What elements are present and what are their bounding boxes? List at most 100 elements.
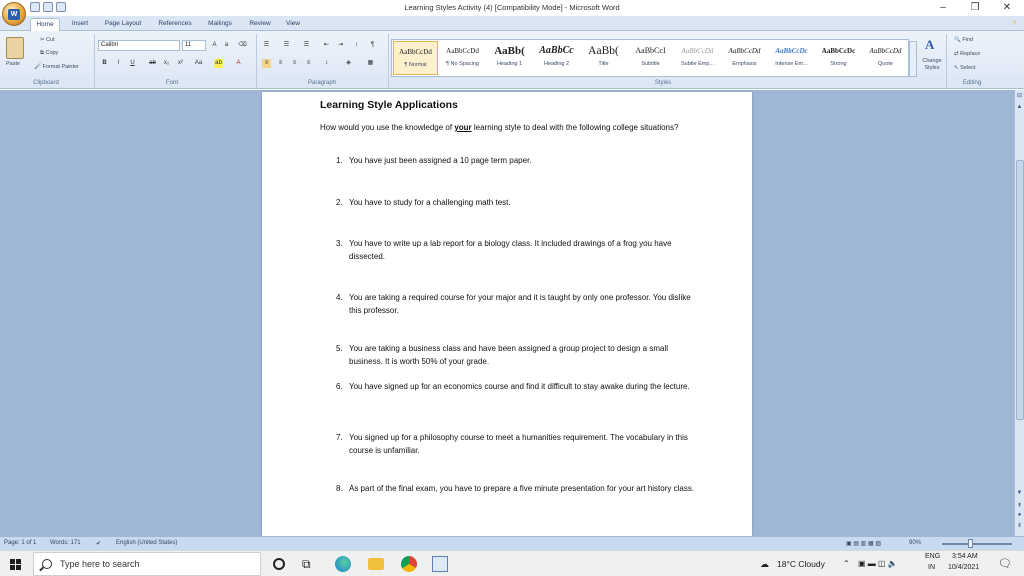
document-area: Learning Style Applications How would yo… xyxy=(0,90,1014,536)
ruler-toggle-icon[interactable]: ⊟ xyxy=(1015,92,1024,101)
paste-icon[interactable] xyxy=(6,37,24,59)
file-explorer-icon[interactable] xyxy=(368,558,384,570)
document-page[interactable]: Learning Style Applications How would yo… xyxy=(262,92,752,536)
tab-review[interactable]: Review xyxy=(245,18,275,31)
minimize-button[interactable]: – xyxy=(928,2,958,14)
style-intense-emphasis[interactable]: AaBbCcDc Intense Em... xyxy=(769,41,814,75)
scroll-down-icon[interactable]: ▼ xyxy=(1015,490,1024,499)
format-painter-button[interactable]: 🖌 Format Painter xyxy=(34,64,79,70)
align-right-icon[interactable]: ≡ xyxy=(290,59,299,68)
vertical-scrollbar[interactable]: ⊟ ▲ ▼ ⇞ ● ⇟ xyxy=(1014,90,1024,536)
bold-button[interactable]: B xyxy=(100,59,109,68)
page-count[interactable]: Page: 1 of 1 xyxy=(4,540,36,546)
tab-references[interactable]: References xyxy=(154,18,196,31)
align-center-icon[interactable]: ≡ xyxy=(276,59,285,68)
clear-format-icon[interactable]: ⌫ xyxy=(238,41,247,50)
weather-icon[interactable]: ☁ xyxy=(760,559,769,570)
scrollbar-thumb[interactable] xyxy=(1016,160,1024,420)
shading-icon[interactable]: ◈ xyxy=(344,59,353,68)
shrink-font-icon[interactable]: a xyxy=(222,41,231,50)
tab-mailings[interactable]: Mailings xyxy=(202,18,238,31)
show-formatting-icon[interactable]: ¶ xyxy=(368,41,377,50)
cut-button[interactable]: ✂ Cut xyxy=(40,37,55,43)
scroll-up-icon[interactable]: ▲ xyxy=(1015,104,1024,113)
next-page-icon[interactable]: ⇟ xyxy=(1015,522,1024,531)
line-spacing-icon[interactable]: ↕ xyxy=(322,59,331,68)
multilevel-list-icon[interactable]: ☰ xyxy=(302,41,311,50)
edge-browser-icon[interactable] xyxy=(335,556,351,572)
bullets-icon[interactable]: ☰ xyxy=(262,41,271,50)
proofing-icon[interactable]: ✔ xyxy=(96,540,101,547)
find-button[interactable]: 🔍 Find xyxy=(954,37,973,43)
zoom-slider[interactable] xyxy=(942,543,1012,545)
notifications-icon[interactable]: 🗨 xyxy=(998,557,1012,570)
previous-page-icon[interactable]: ⇞ xyxy=(1015,502,1024,511)
paste-button[interactable]: Paste xyxy=(6,61,20,67)
windows-start-icon[interactable] xyxy=(10,559,21,570)
browse-object-icon[interactable]: ● xyxy=(1015,512,1024,521)
zoom-slider-handle[interactable] xyxy=(968,539,973,548)
tray-overflow-icon[interactable]: ⌃ xyxy=(843,559,850,568)
clock-time[interactable]: 3:54 AM xyxy=(952,553,978,560)
style-heading-2[interactable]: AaBbCc Heading 2 xyxy=(534,41,579,75)
style-normal[interactable]: AaBbCcDd ¶ Normal xyxy=(393,41,438,75)
style-quote[interactable]: AaBbCcDd Quote xyxy=(863,41,908,75)
tab-page-layout[interactable]: Page Layout xyxy=(100,18,146,31)
style-title[interactable]: AaBb(Title xyxy=(581,41,626,75)
grow-font-icon[interactable]: A xyxy=(210,41,219,50)
copy-button[interactable]: ⧉ Copy xyxy=(40,50,58,57)
highlight-color-icon[interactable]: ab xyxy=(214,59,223,68)
input-language[interactable]: ENG xyxy=(925,553,940,560)
borders-icon[interactable]: ▦ xyxy=(366,59,375,68)
justify-icon[interactable]: ≡ xyxy=(304,59,313,68)
sort-icon[interactable]: ↕ xyxy=(352,41,361,50)
style-subtitle[interactable]: AaBbCcI Subtitle xyxy=(628,41,673,75)
style-name: Intense Em... xyxy=(775,61,808,67)
office-button[interactable]: W xyxy=(2,2,26,26)
tab-insert[interactable]: Insert xyxy=(66,18,94,31)
tab-view[interactable]: View xyxy=(281,18,305,31)
decrease-indent-icon[interactable]: ⇤ xyxy=(322,41,331,50)
view-buttons[interactable]: ▣ ▤ ▥ ▦ ▧ xyxy=(846,540,881,547)
style-subtle-emphasis[interactable]: AaBbCcDd Subtle Emp... xyxy=(675,41,720,75)
change-styles-icon[interactable]: A xyxy=(925,38,939,52)
subscript-button[interactable]: x₂ xyxy=(162,59,171,68)
style-no-spacing[interactable]: AaBbCcDd ¶ No Spacing xyxy=(440,41,485,75)
change-styles-button[interactable]: Change Styles xyxy=(920,58,944,72)
style-strong[interactable]: AaBbCcDc Strong xyxy=(816,41,861,75)
task-view-icon[interactable]: ⧉ xyxy=(302,556,318,572)
zoom-level[interactable]: 90% xyxy=(909,540,921,546)
gallery-more-icon[interactable] xyxy=(909,41,917,77)
underline-button[interactable]: U xyxy=(128,59,137,68)
superscript-button[interactable]: x² xyxy=(176,59,185,68)
help-icon[interactable]: ? xyxy=(1008,18,1020,31)
cortana-icon[interactable] xyxy=(273,558,285,570)
word-count[interactable]: Words: 171 xyxy=(50,540,81,546)
replace-button[interactable]: ⇄ Replace xyxy=(954,51,980,57)
replace-label: Replace xyxy=(960,51,981,57)
search-icon xyxy=(42,559,52,569)
font-name-select[interactable]: Calibri xyxy=(98,40,180,51)
word-taskbar-icon[interactable] xyxy=(432,556,448,572)
increase-indent-icon[interactable]: ⇥ xyxy=(336,41,345,50)
maximize-button[interactable]: ❐ xyxy=(960,2,990,14)
clock-date[interactable]: 10/4/2021 xyxy=(948,564,979,571)
font-color-icon[interactable]: A xyxy=(234,59,243,68)
select-button[interactable]: ↖ Select xyxy=(954,65,975,71)
tray-icons[interactable]: ▣ ▬ ◫ 🔈 xyxy=(858,559,898,568)
language-indicator[interactable]: English (United States) xyxy=(116,540,177,546)
tab-home[interactable]: Home xyxy=(30,18,60,31)
align-left-icon[interactable]: ≡ xyxy=(262,59,271,68)
editing-group-label: Editing xyxy=(962,80,982,86)
font-size-select[interactable]: 11 xyxy=(182,40,206,51)
numbering-icon[interactable]: ☰ xyxy=(282,41,291,50)
style-heading-1[interactable]: AaBb(Heading 1 xyxy=(487,41,532,75)
close-button[interactable]: ✕ xyxy=(992,2,1022,14)
strikethrough-button[interactable]: ab xyxy=(148,59,157,68)
chrome-browser-icon[interactable] xyxy=(401,556,417,572)
italic-button[interactable]: I xyxy=(114,59,123,68)
style-emphasis[interactable]: AaBbCcDd Emphasis xyxy=(722,41,767,75)
taskbar-search-box[interactable]: Type here to search xyxy=(33,552,261,576)
change-case-button[interactable]: Aa xyxy=(194,59,203,68)
weather-widget[interactable]: 18°C Cloudy xyxy=(777,559,825,569)
